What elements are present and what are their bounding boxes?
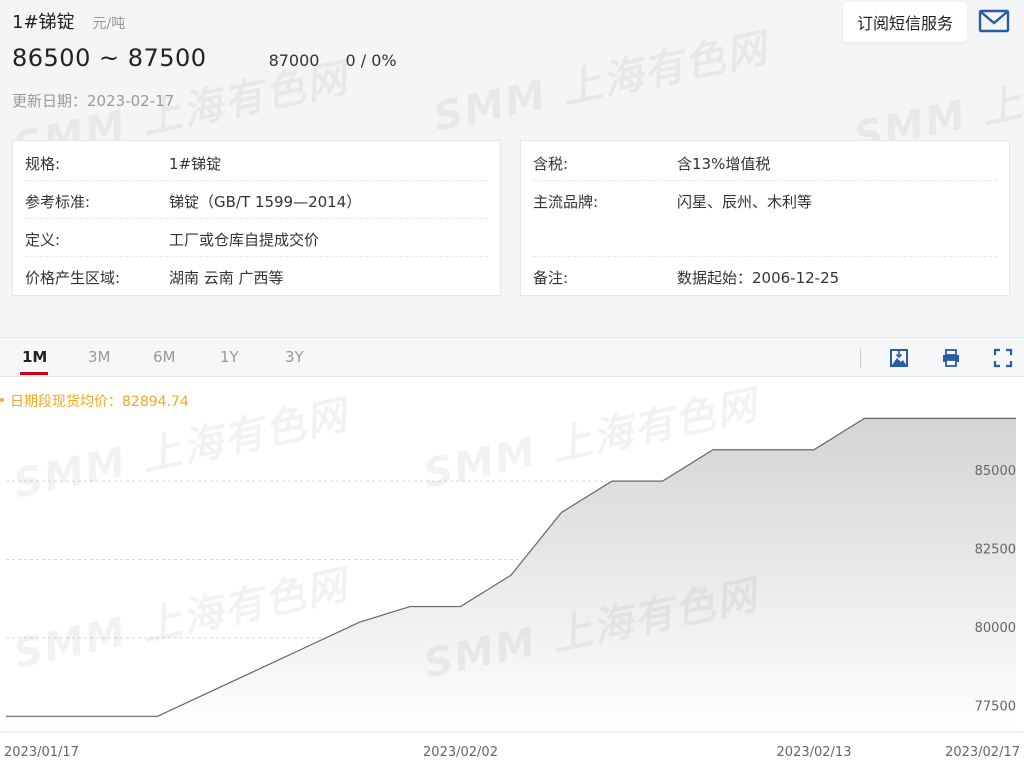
subscribe-sms-button[interactable]: 订阅短信服务 [843,2,967,42]
price-change: 0 / 0% [345,51,397,70]
period-average-label: 日期段现货均价：82894.74 [10,394,189,410]
avg-dot [0,398,4,402]
watermark: SMM 上海有色网 [429,25,773,141]
spec-row: 规格: 1#锑锭 [25,143,488,181]
price-row: 86500 ~ 87500 87000 0 / 0% [12,44,397,72]
y-tick-label: 80000 [975,621,1016,636]
spec-card-left: 规格: 1#锑锭 参考标准: 锑锭（GB/T 1599—2014） 定义: 工厂… [12,140,501,296]
title-row: 1#锑锭 元/吨 [12,8,125,34]
price-chart-panel: 1M 3M 6M 1Y 3Y 77500 80000 82500 85000 2023/… [0,337,1024,766]
mail-icon[interactable] [978,8,1010,34]
average-price: 87000 [268,51,320,70]
spec-row: 定义: 工厂或仓库自提成交价 [25,219,488,257]
spec-row: 参考标准: 锑锭（GB/T 1599—2014） [25,181,488,219]
update-date-value: 2023-02-17 [87,92,175,110]
y-tick-label: 77500 [975,699,1016,714]
y-tick-label: 85000 [975,464,1016,479]
price-header-panel: 1#锑锭 元/吨 86500 ~ 87500 87000 0 / 0% 更新日期… [0,0,1024,324]
update-date-label: 更新日期： [12,92,88,110]
spec-row: 备注: 数据起始：2006-12-25 [533,269,840,287]
spec-row: 主流品牌: 闪星、辰州、木利等 [533,181,997,257]
x-tick-label: 2023/02/13 [777,745,852,760]
y-tick-label: 82500 [975,543,1016,558]
x-tick-label: 2023/02/02 [423,745,498,760]
price-unit: 元/吨 [92,16,126,32]
spec-row: 含税: 含13%增值税 [533,143,997,181]
x-tick-label: 2023/02/17 [945,745,1020,760]
x-tick-label: 2023/01/17 [4,745,79,760]
product-title: 1#锑锭 [12,12,75,33]
price-range: 86500 ~ 87500 [12,44,207,72]
spec-row: 价格产生区域: 湖南 云南 广西等 [25,269,284,287]
spec-card-right: 含税: 含13%增值税 主流品牌: 闪星、辰州、木利等 备注: 数据起始：200… [520,140,1010,296]
update-date: 更新日期：2023-02-17 [12,90,174,111]
